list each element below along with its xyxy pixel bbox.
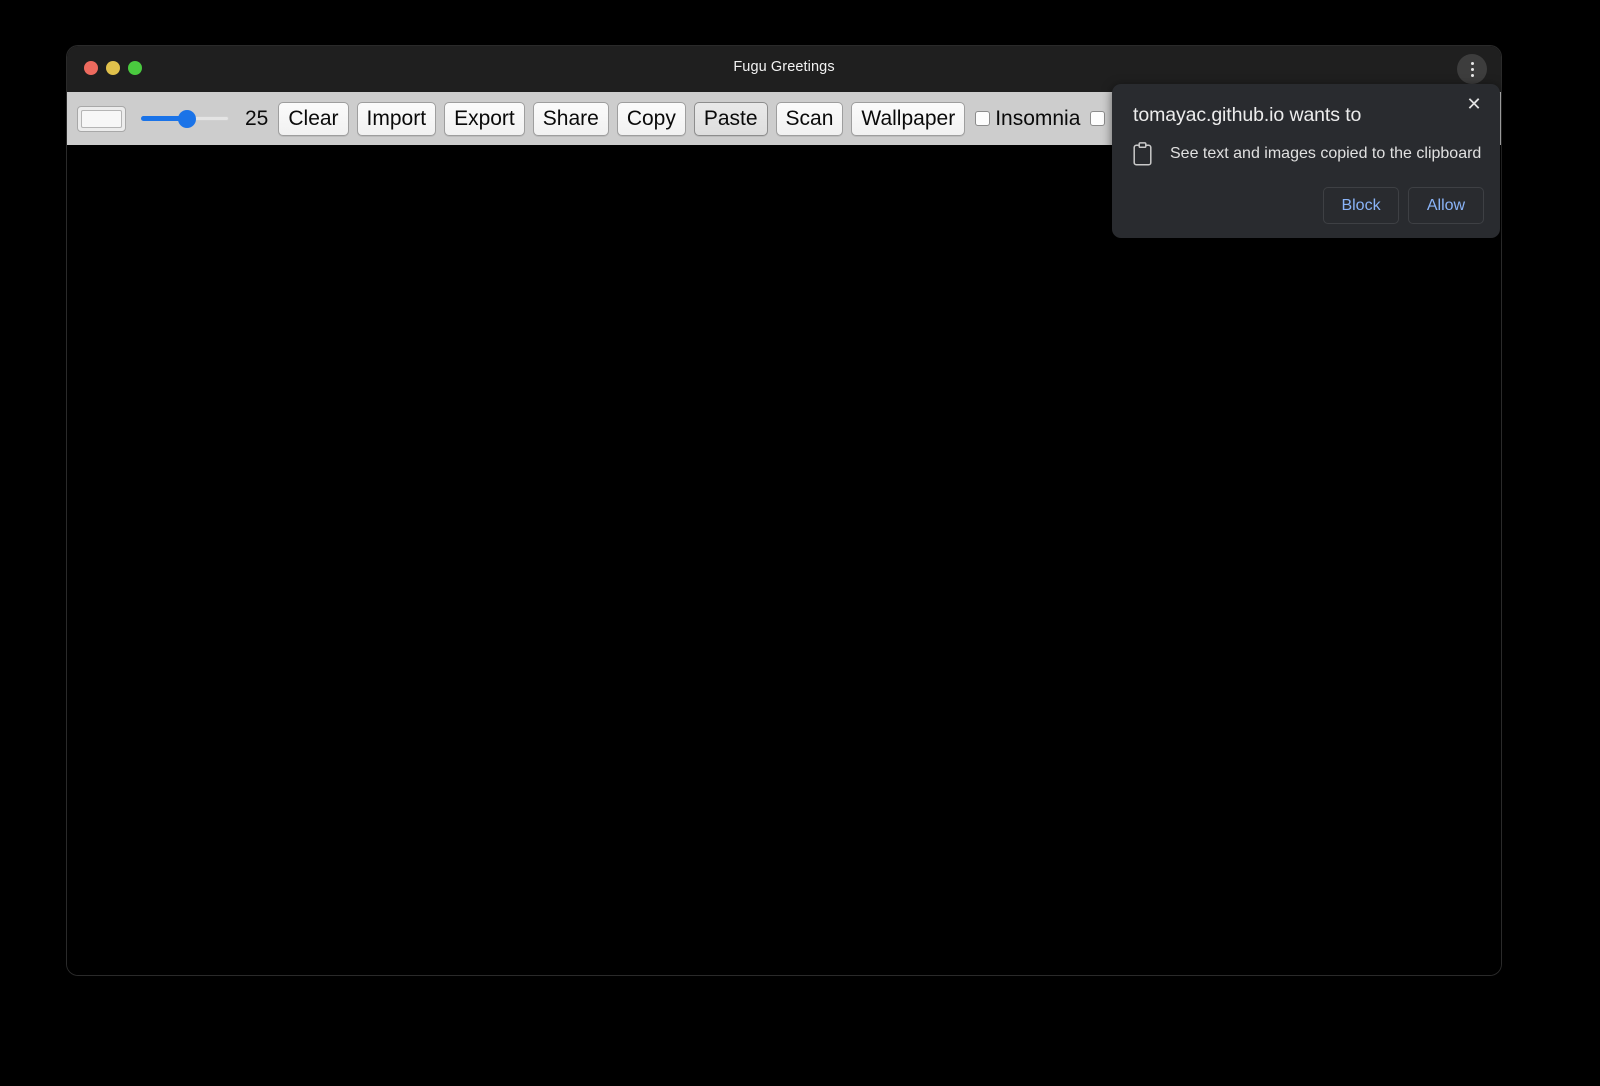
permission-dialog: tomayac.github.io wants to ✕ See text an…	[1112, 84, 1500, 238]
line-width-value: 25	[245, 107, 268, 131]
color-swatch-preview	[81, 110, 122, 128]
insomnia-checkbox-label: Insomnia	[995, 107, 1080, 131]
permission-detail-text: See text and images copied to the clipbo…	[1170, 145, 1481, 163]
permission-detail-row: See text and images copied to the clipbo…	[1133, 142, 1482, 166]
permission-dialog-title: tomayac.github.io wants to	[1133, 104, 1361, 127]
window-title: Fugu Greetings	[67, 59, 1501, 75]
import-button[interactable]: Import	[357, 102, 437, 136]
permission-action-row: Block Allow	[1323, 187, 1484, 224]
insomnia-checkbox[interactable]: Insomnia	[975, 107, 1080, 131]
scan-button[interactable]: Scan	[776, 102, 844, 136]
color-picker-input[interactable]	[77, 106, 126, 132]
wallpaper-button[interactable]: Wallpaper	[851, 102, 965, 136]
drawing-canvas[interactable]	[67, 145, 1501, 975]
allow-button[interactable]: Allow	[1408, 187, 1484, 224]
line-width-slider[interactable]	[141, 109, 229, 129]
checkbox-box[interactable]	[975, 111, 990, 126]
checkbox-box[interactable]	[1090, 111, 1105, 126]
kebab-menu-icon[interactable]	[1457, 54, 1487, 84]
paste-button[interactable]: Paste	[694, 102, 768, 136]
kebab-dot	[1471, 62, 1474, 65]
close-icon[interactable]: ✕	[1461, 91, 1487, 117]
kebab-dot	[1471, 68, 1474, 71]
slider-thumb[interactable]	[178, 110, 196, 128]
share-button[interactable]: Share	[533, 102, 609, 136]
copy-button[interactable]: Copy	[617, 102, 686, 136]
block-button[interactable]: Block	[1323, 187, 1399, 224]
export-button[interactable]: Export	[444, 102, 525, 136]
clear-button[interactable]: Clear	[278, 102, 348, 136]
clipboard-icon	[1133, 142, 1152, 166]
kebab-dot	[1471, 74, 1474, 77]
